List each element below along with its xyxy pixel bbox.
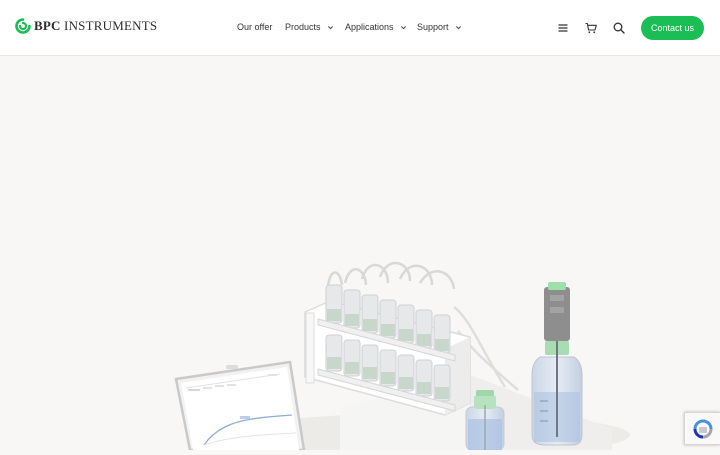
brand-name: BPC INSTRUMENTS (34, 18, 157, 34)
nav-applications[interactable]: Applications (345, 22, 407, 32)
nav-applications-label: Applications (345, 22, 394, 32)
site-header: BPC INSTRUMENTS Our offer Products Appli… (0, 0, 720, 56)
hamburger-menu-icon[interactable] (556, 21, 570, 35)
laptop-illustration (174, 360, 306, 452)
recaptcha-badge[interactable] (684, 412, 720, 445)
nav-our-offer[interactable]: Our offer (237, 22, 272, 32)
nav-products[interactable]: Products (285, 22, 334, 32)
lab-instruments-illustration (174, 261, 630, 455)
brand-name-bold: BPC (34, 18, 61, 33)
brand-logo[interactable]: BPC INSTRUMENTS (15, 18, 157, 34)
sensor-bottle (531, 282, 583, 446)
nav-products-label: Products (285, 22, 321, 32)
brand-name-rest: INSTRUMENTS (60, 18, 158, 33)
chevron-down-icon (455, 25, 461, 29)
chevron-down-icon (327, 25, 333, 29)
nav-our-offer-label: Our offer (237, 22, 273, 32)
contact-us-button[interactable]: Contact us (641, 16, 704, 40)
nav-support-label: Support (417, 22, 449, 32)
shopping-cart-icon[interactable] (584, 21, 598, 35)
hero-section (0, 57, 720, 455)
recaptcha-icon (693, 419, 712, 438)
bpc-swirl-logo-icon (15, 18, 31, 34)
search-icon[interactable] (612, 21, 626, 35)
nav-support[interactable]: Support (417, 22, 462, 32)
chevron-down-icon (400, 25, 406, 29)
